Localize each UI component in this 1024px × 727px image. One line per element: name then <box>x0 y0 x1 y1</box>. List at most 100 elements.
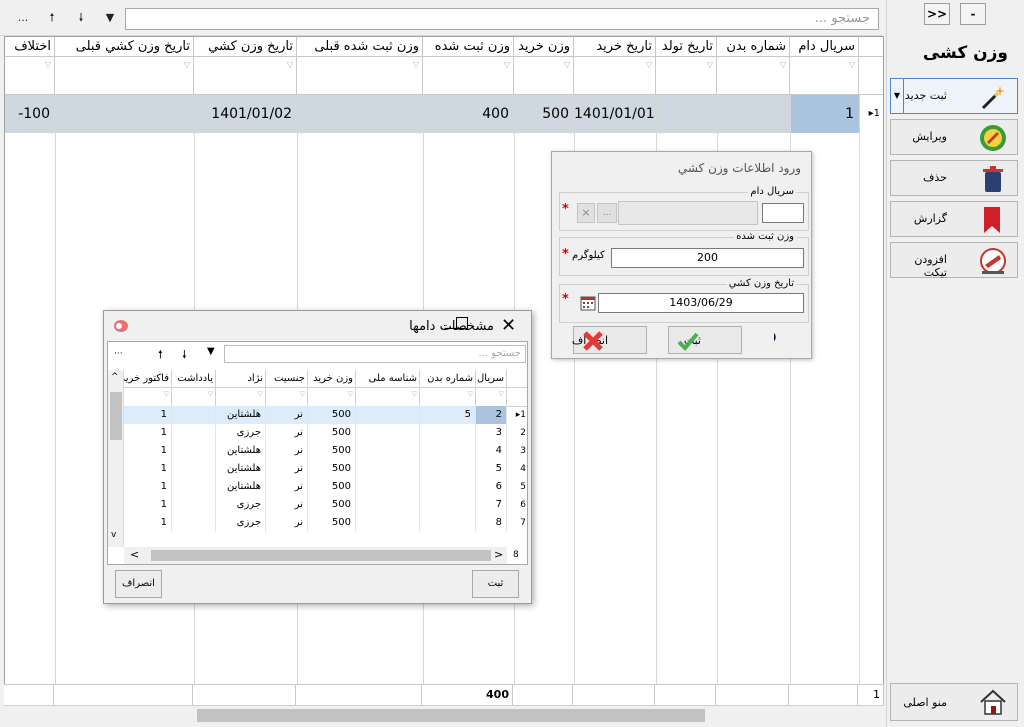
row-number[interactable]: 4 <box>507 460 527 478</box>
edit-button[interactable]: ويرايش <box>890 119 1018 155</box>
close-icon[interactable]: ✕ <box>501 315 516 336</box>
table-row[interactable]: ▸1 2 5 500 نر هلشتاين 1 <box>108 406 527 424</box>
cell-purchase-date[interactable]: 1401/01/01 <box>574 95 656 133</box>
column-header-invoice[interactable]: فاکتور خريد <box>124 370 172 388</box>
dropdown-arrow-icon[interactable]: ▼ <box>891 79 904 113</box>
cell-serial[interactable]: 7 <box>476 496 507 514</box>
horizontal-scrollbar[interactable]: < > <box>124 547 507 564</box>
cell-body-number[interactable] <box>420 424 476 442</box>
cell-difference[interactable]: -100 <box>5 95 55 133</box>
filter-cell[interactable]: ▽ <box>216 388 266 407</box>
cell-invoice[interactable]: 1 <box>124 460 172 478</box>
column-header-national-id[interactable]: شناسه ملی <box>356 370 420 388</box>
filter-cell[interactable]: ▽ <box>124 388 172 407</box>
cell-body-number[interactable] <box>420 442 476 460</box>
cell-sex[interactable]: نر <box>266 424 308 442</box>
row-number[interactable]: 7 <box>507 514 527 532</box>
column-header-body-number[interactable]: شماره بدن <box>717 37 790 57</box>
row-number[interactable]: 5 <box>507 478 527 496</box>
cell-breed[interactable]: هلشتاين <box>216 442 266 460</box>
cell-note[interactable] <box>172 478 216 496</box>
cell-purchase-weight[interactable]: 500 <box>308 478 356 496</box>
new-record-button[interactable]: ▼ ثبت جدید <box>890 78 1018 114</box>
row-number[interactable]: 2 <box>507 424 527 442</box>
filter-cell[interactable]: ▽ <box>356 388 420 407</box>
horizontal-scrollbar[interactable] <box>4 705 884 725</box>
filter-cell[interactable]: ▽ <box>55 57 194 95</box>
cell-purchase-weight[interactable]: 500 <box>308 460 356 478</box>
cell-breed[interactable]: جرزی <box>216 496 266 514</box>
cell-invoice[interactable]: 1 <box>124 442 172 460</box>
filter-cell[interactable]: ▽ <box>717 57 790 95</box>
cell-prev-weigh-date[interactable] <box>55 95 194 133</box>
cell-serial[interactable]: 1 <box>790 95 859 133</box>
filter-cell[interactable]: ▽ <box>476 388 507 407</box>
cell-purchase-weight[interactable]: 500 <box>308 406 356 424</box>
cell-purchase-weight[interactable]: 500 <box>308 424 356 442</box>
cell-breed[interactable]: هلشتاين <box>216 406 266 424</box>
table-row[interactable]: 6 7 500 نر جرزی 1 <box>108 496 527 514</box>
filter-button[interactable]: ▼ <box>101 9 119 27</box>
add-ticket-button[interactable]: افزودن تيکت <box>890 242 1018 279</box>
scroll-right-icon[interactable]: > <box>494 548 503 561</box>
cell-invoice[interactable]: 1 <box>124 478 172 496</box>
filter-cell[interactable]: ▽ <box>656 57 717 95</box>
cell-breed[interactable]: هلشتاين <box>216 478 266 496</box>
cell-prev-recorded-weight[interactable] <box>297 95 423 133</box>
calendar-icon[interactable] <box>580 295 596 311</box>
sort-ascending-button[interactable]: 🠕 <box>43 9 61 27</box>
cell-note[interactable] <box>172 460 216 478</box>
cell-national-id[interactable] <box>356 514 420 532</box>
row-indicator[interactable]: ▸1 <box>859 95 883 133</box>
collapse-button[interactable]: - <box>960 3 986 25</box>
cell-breed[interactable]: هلشتاين <box>216 460 266 478</box>
cell-sex[interactable]: نر <box>266 478 308 496</box>
scrollbar-thumb[interactable] <box>151 550 491 561</box>
filter-cell[interactable]: ▽ <box>194 57 297 95</box>
cell-note[interactable] <box>172 424 216 442</box>
cell-sex[interactable]: نر <box>266 460 308 478</box>
maximize-icon[interactable] <box>456 317 468 329</box>
column-header-body-number[interactable]: شماره بدن <box>420 370 476 388</box>
clear-button[interactable]: × <box>577 203 595 223</box>
cell-body-number[interactable] <box>717 95 790 133</box>
column-header-recorded-weight[interactable]: وزن ثبت شده <box>423 37 514 57</box>
cell-national-id[interactable] <box>356 442 420 460</box>
scrollbar-thumb[interactable] <box>197 709 705 722</box>
cell-note[interactable] <box>172 514 216 532</box>
report-button[interactable]: گزارش <box>890 201 1018 237</box>
cell-body-number[interactable] <box>420 460 476 478</box>
cell-sex[interactable]: نر <box>266 406 308 424</box>
cell-birth-date[interactable] <box>656 95 717 133</box>
more-options-button[interactable]: ··· <box>114 349 123 359</box>
cell-serial[interactable]: 2 <box>476 406 507 424</box>
column-header-birth-date[interactable]: تاريخ تولد <box>656 37 717 57</box>
table-row[interactable]: 4 5 500 نر هلشتاين 1 <box>108 460 527 478</box>
cell-weigh-date[interactable]: 1401/01/02 <box>194 95 297 133</box>
cell-sex[interactable]: نر <box>266 514 308 532</box>
cell-purchase-weight[interactable]: 500 <box>308 442 356 460</box>
column-header-sex[interactable]: جنسيت <box>266 370 308 388</box>
more-options-button[interactable]: ... <box>14 9 32 27</box>
cell-body-number[interactable] <box>420 478 476 496</box>
cell-national-id[interactable] <box>356 496 420 514</box>
search-input[interactable]: جستجو ... <box>224 345 526 363</box>
column-header-difference[interactable]: اختلاف <box>5 37 55 57</box>
filter-cell[interactable]: ▽ <box>308 388 356 407</box>
cell-note[interactable] <box>172 406 216 424</box>
save-button[interactable]: ثبت <box>472 570 519 598</box>
serial-input[interactable] <box>762 203 804 223</box>
cell-national-id[interactable] <box>356 460 420 478</box>
main-menu-button[interactable]: منو اصلی <box>890 683 1018 721</box>
table-row[interactable]: 3 4 500 نر هلشتاين 1 <box>108 442 527 460</box>
filter-cell[interactable]: ▽ <box>514 57 574 95</box>
filter-cell[interactable]: ▽ <box>172 388 216 407</box>
filter-cell[interactable]: ▽ <box>790 57 859 95</box>
cancel-button[interactable]: انصراف <box>115 570 162 598</box>
weight-input[interactable]: 200 <box>611 248 804 268</box>
cancel-button[interactable]: انصراف <box>572 326 647 354</box>
filter-cell[interactable]: ▽ <box>574 57 656 95</box>
scroll-left-icon[interactable]: < <box>130 548 139 561</box>
cell-purchase-weight[interactable]: 500 <box>308 496 356 514</box>
column-header-serial[interactable]: سريال <box>476 370 507 388</box>
